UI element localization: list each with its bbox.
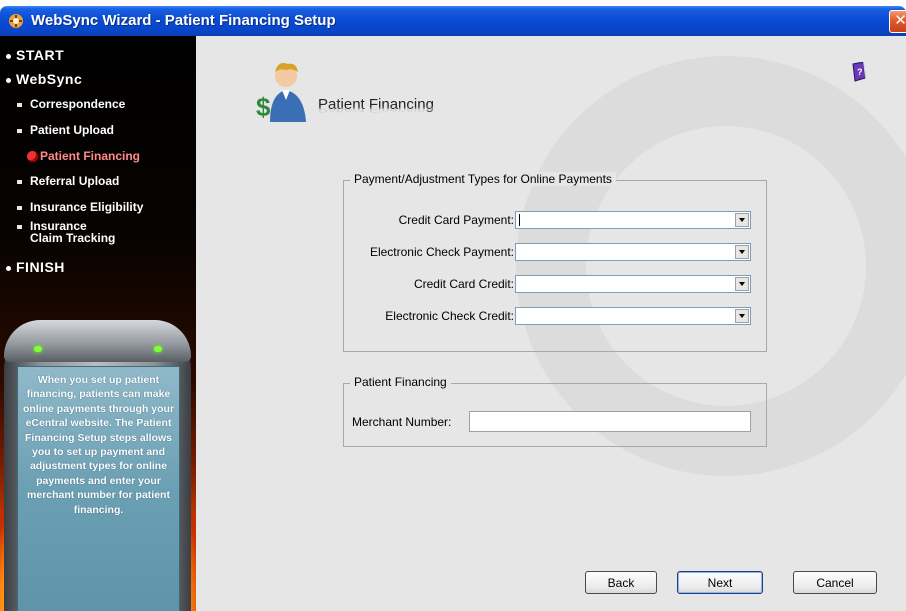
electronic-check-credit-select[interactable] <box>515 307 751 325</box>
sidebar-item-insurance-claim-tracking[interactable]: Insurance Claim Tracking <box>17 220 115 244</box>
patient-financing-group: Patient Financing Merchant Number: <box>343 375 767 447</box>
info-text: When you set up patient financing, patie… <box>22 374 175 516</box>
window-title: WebSync Wizard - Patient Financing Setup <box>31 12 336 29</box>
merchant-number-input[interactable] <box>469 411 751 432</box>
payment-types-group: Payment/Adjustment Types for Online Paym… <box>343 172 767 352</box>
info-frame-cap <box>4 320 191 362</box>
wizard-sidebar: START WebSync Correspondence Patient Upl… <box>0 36 196 611</box>
sidebar-item-insurance-eligibility[interactable]: Insurance Eligibility <box>17 200 143 214</box>
led-indicator <box>154 346 162 352</box>
credit-card-credit-select[interactable] <box>515 275 751 293</box>
bullet-icon <box>17 102 22 107</box>
bullet-icon <box>17 224 22 229</box>
info-panel: When you set up patient financing, patie… <box>17 366 180 611</box>
current-step-icon <box>27 151 38 163</box>
credit-card-payment-select[interactable] <box>515 211 751 229</box>
close-button[interactable]: ✕ <box>889 10 906 33</box>
wizard-window: START WebSync Correspondence Patient Upl… <box>0 36 906 611</box>
bullet-icon <box>17 205 22 210</box>
cancel-button[interactable]: Cancel <box>793 571 877 594</box>
sidebar-item-patient-financing[interactable]: Patient Financing <box>27 149 140 163</box>
dropdown-arrow-icon[interactable] <box>735 309 749 323</box>
electronic-check-payment-select[interactable] <box>515 243 751 261</box>
bullet-icon <box>6 265 11 271</box>
sidebar-item-start[interactable]: START <box>6 47 64 63</box>
back-button[interactable]: Back <box>585 571 657 594</box>
main-content: $ Patient Financing Patient Financing ? … <box>196 36 906 611</box>
app-icon <box>9 14 23 28</box>
sidebar-item-finish[interactable]: FINISH <box>6 259 65 275</box>
credit-card-payment-label: Credit Card Payment: <box>398 213 514 227</box>
bullet-icon <box>17 128 22 133</box>
svg-text:$: $ <box>256 92 271 122</box>
dropdown-arrow-icon[interactable] <box>735 245 749 259</box>
page-title-reflection: Patient Financing <box>318 105 434 115</box>
bullet-icon <box>6 77 11 83</box>
bullet-icon <box>6 53 11 59</box>
next-button[interactable]: Next <box>677 571 763 594</box>
group-legend: Patient Financing <box>350 375 451 389</box>
credit-card-credit-label: Credit Card Credit: <box>413 277 514 291</box>
info-frame: When you set up patient financing, patie… <box>4 320 191 611</box>
help-book-icon[interactable]: ? <box>851 62 867 82</box>
dropdown-arrow-icon[interactable] <box>735 277 749 291</box>
group-legend: Payment/Adjustment Types for Online Paym… <box>350 172 616 186</box>
bullet-icon <box>17 179 22 184</box>
electronic-check-payment-label: Electronic Check Payment: <box>369 245 514 259</box>
dropdown-arrow-icon[interactable] <box>735 213 749 227</box>
sidebar-item-referral-upload[interactable]: Referral Upload <box>17 174 119 188</box>
sidebar-item-patient-upload[interactable]: Patient Upload <box>17 123 114 137</box>
title-bar: WebSync Wizard - Patient Financing Setup… <box>0 6 906 36</box>
merchant-number-label: Merchant Number: <box>352 415 452 429</box>
sidebar-item-correspondence[interactable]: Correspondence <box>17 97 125 111</box>
sidebar-item-websync[interactable]: WebSync <box>6 71 82 87</box>
electronic-check-credit-label: Electronic Check Credit: <box>385 309 514 323</box>
money-person-icon: $ <box>256 63 306 122</box>
svg-text:?: ? <box>857 67 863 77</box>
text-cursor <box>519 214 520 226</box>
led-indicator <box>34 346 42 352</box>
